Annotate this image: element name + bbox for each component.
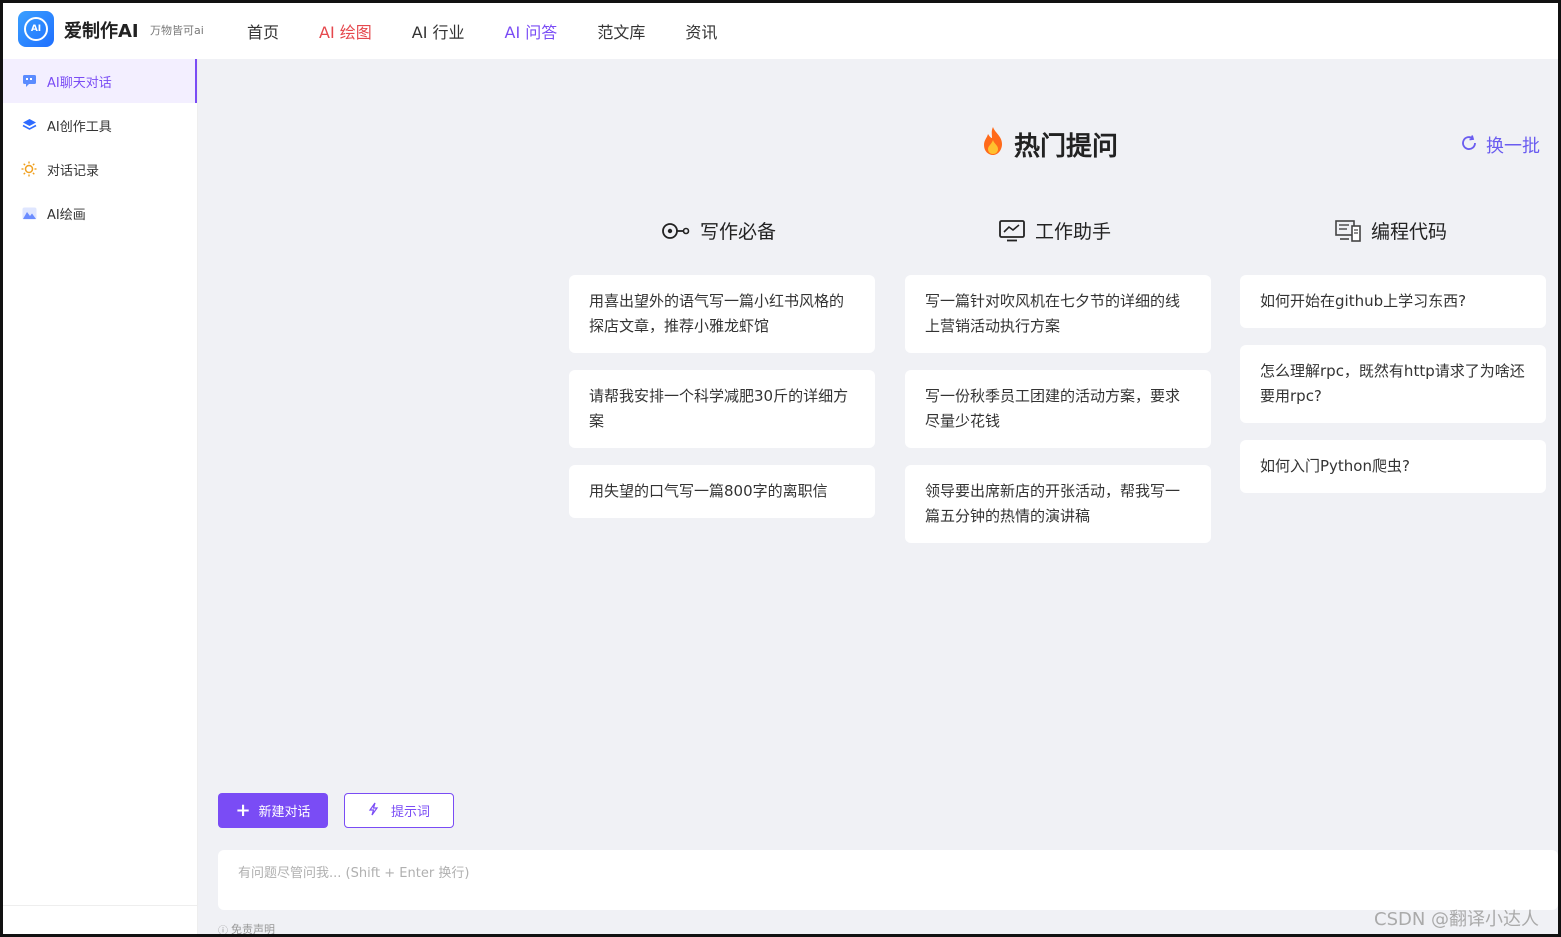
prompt-card[interactable]: 写一篇针对吹风机在七夕节的详细的线上营销活动执行方案	[905, 275, 1211, 353]
image-icon	[21, 205, 37, 221]
disclaimer-link[interactable]: ⓘ 免责声明	[218, 921, 275, 937]
sidebar-divider	[3, 905, 198, 906]
prompt-words-button[interactable]: 提示词	[344, 793, 454, 828]
new-chat-button[interactable]: + 新建对话	[218, 793, 328, 828]
sidebar-item-ai-chat[interactable]: AI聊天对话	[3, 59, 197, 103]
sidebar-item-ai-painting[interactable]: AI绘画	[3, 191, 197, 235]
disclaimer-label: 免责声明	[231, 923, 275, 936]
prompt-card[interactable]: 怎么理解rpc，既然有http请求了为啥还要用rpc?	[1240, 345, 1546, 423]
logo[interactable]: AI	[18, 11, 54, 47]
sidebar-item-label: AI聊天对话	[47, 75, 112, 91]
sidebar-item-history[interactable]: 对话记录	[3, 147, 197, 191]
prompt-card[interactable]: 写一份秋季员工团建的活动方案，要求尽量少花钱	[905, 370, 1211, 448]
hot-questions-title: 热门提问	[980, 126, 1118, 163]
sidebar: AI聊天对话 AI创作工具 对话记录 AI绘画	[3, 59, 198, 934]
chat-icon	[21, 73, 37, 89]
prompt-card[interactable]: 如何入门Python爬虫?	[1240, 440, 1546, 493]
brand-name[interactable]: 爱制作AI	[64, 17, 139, 43]
prompt-words-label: 提示词	[390, 805, 430, 820]
logo-ai-icon: AI	[24, 17, 48, 41]
monitor-icon	[999, 219, 1025, 242]
pen-icon	[662, 222, 690, 240]
nav-ai-qa[interactable]: AI 问答	[505, 19, 558, 43]
lightning-icon	[368, 802, 379, 820]
column-title: 编程代码	[1371, 221, 1448, 243]
nav-ai-industry[interactable]: AI 行业	[412, 19, 465, 43]
sidebar-item-label: 对话记录	[47, 163, 100, 179]
hot-questions-label: 热门提问	[1014, 132, 1119, 162]
column-work-header: 工作助手	[999, 217, 1111, 244]
plus-icon: +	[235, 800, 251, 821]
prompt-card[interactable]: 请帮我安排一个科学减肥30斤的详细方案	[569, 370, 875, 448]
bulb-icon	[21, 161, 37, 177]
sidebar-item-label: AI绘画	[47, 207, 86, 223]
sidebar-item-label: AI创作工具	[47, 119, 112, 135]
fire-icon	[980, 126, 1006, 163]
watermark: CSDN @翻译小达人	[1374, 909, 1540, 930]
refresh-label: 换一批	[1486, 136, 1540, 157]
nav-ai-drawing[interactable]: AI 绘图	[319, 19, 372, 43]
main-panel: 热门提问 换一批 写作必备 工作助手 编程代码 用喜出望外的语气写一篇小红书风格…	[198, 59, 1558, 937]
brand-slogan: 万物皆可ai	[150, 24, 204, 37]
prompt-card[interactable]: 用喜出望外的语气写一篇小红书风格的探店文章，推荐小雅龙虾馆	[569, 275, 875, 353]
column-code-header: 编程代码	[1335, 217, 1447, 244]
column-title: 工作助手	[1035, 221, 1112, 243]
main-nav: 首页 AI 绘图 AI 行业 AI 问答 范文库 资讯	[247, 19, 757, 43]
prompt-card[interactable]: 用失望的口气写一篇800字的离职信	[569, 465, 875, 518]
prompt-card[interactable]: 如何开始在github上学习东西?	[1240, 275, 1546, 328]
refresh-button[interactable]: 换一批	[1460, 132, 1540, 158]
nav-news[interactable]: 资讯	[685, 19, 717, 43]
sidebar-item-ai-tools[interactable]: AI创作工具	[3, 103, 197, 147]
info-icon: ⓘ	[218, 925, 228, 937]
column-title: 写作必备	[700, 221, 777, 243]
refresh-icon	[1460, 134, 1478, 157]
layers-icon	[21, 117, 37, 133]
prompt-card[interactable]: 领导要出席新店的开张活动，帮我写一篇五分钟的热情的演讲稿	[905, 465, 1211, 543]
column-writing-header: 写作必备	[662, 217, 776, 244]
top-header: AI 爱制作AI 万物皆可ai 首页 AI 绘图 AI 行业 AI 问答 范文库…	[3, 3, 1558, 59]
code-icon	[1335, 219, 1361, 242]
nav-home[interactable]: 首页	[247, 19, 279, 43]
chat-input[interactable]	[218, 850, 1558, 910]
new-chat-label: 新建对话	[258, 805, 311, 820]
nav-templates[interactable]: 范文库	[597, 19, 645, 43]
